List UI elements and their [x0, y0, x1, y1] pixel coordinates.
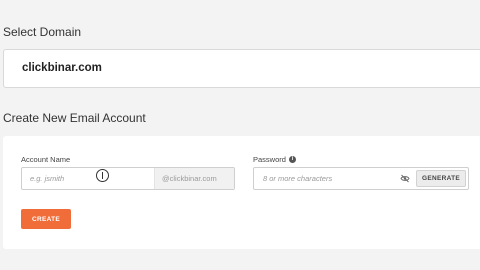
- account-name-input[interactable]: [22, 168, 155, 189]
- domain-selector[interactable]: clickbinar.com: [3, 49, 480, 88]
- password-label: Password: [253, 155, 286, 164]
- select-domain-title: Select Domain: [3, 25, 82, 39]
- generate-password-button[interactable]: GENERATE: [416, 170, 466, 187]
- password-input[interactable]: [254, 168, 394, 189]
- info-icon[interactable]: i: [288, 156, 296, 163]
- create-account-card: Account Name Password i @clickbinar.com …: [3, 136, 480, 249]
- password-field: GENERATE: [253, 167, 469, 190]
- account-name-field: @clickbinar.com: [21, 167, 235, 190]
- selected-domain: clickbinar.com: [22, 62, 102, 74]
- password-label-row: Password i: [253, 155, 296, 164]
- eye-slash-icon[interactable]: [400, 174, 410, 183]
- create-button[interactable]: CREATE: [21, 209, 71, 229]
- domain-suffix: @clickbinar.com: [154, 168, 234, 189]
- account-name-label: Account Name: [21, 155, 71, 164]
- text-cursor-icon: [96, 169, 109, 182]
- create-account-title: Create New Email Account: [3, 111, 146, 125]
